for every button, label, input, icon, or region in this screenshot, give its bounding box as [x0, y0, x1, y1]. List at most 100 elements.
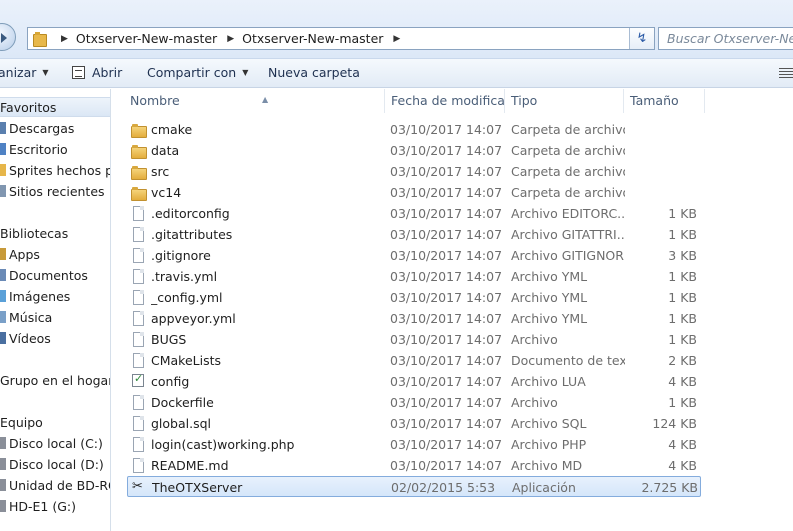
file-size: 4 KB: [668, 437, 697, 452]
file-row[interactable]: appveyor.yml 03/10/2017 14:07 Archivo YML 1…: [127, 308, 701, 329]
file-row[interactable]: .gitattributes 03/10/2017 14:07 Archivo GI…: [127, 224, 701, 245]
file-size: 1 KB: [668, 290, 697, 305]
nav-item-apps[interactable]: Apps: [0, 244, 110, 264]
nav-homegroup[interactable]: Grupo en el hogar: [0, 370, 110, 390]
file-type: Archivo YML: [511, 311, 588, 326]
nav-item-documents[interactable]: Documentos: [0, 265, 110, 285]
column-header-label: Tamaño: [630, 93, 679, 108]
drive-icon: [0, 458, 6, 470]
file-name: TheOTXServer: [152, 480, 243, 495]
file-row[interactable]: global.sql 03/10/2017 14:07 Archivo SQL 124…: [127, 413, 701, 434]
nav-item-music[interactable]: Música: [0, 307, 110, 327]
file-row[interactable]: vc14 03/10/2017 14:07 Carpeta de archivos: [127, 182, 701, 203]
folder-icon: [131, 166, 147, 180]
file-row[interactable]: data 03/10/2017 14:07 Carpeta de archivos: [127, 140, 701, 161]
file-date: 03/10/2017 14:07: [390, 248, 503, 263]
chevron-right-icon[interactable]: ▶: [227, 34, 234, 44]
file-size: 1 KB: [668, 395, 697, 410]
file-size: 3 KB: [668, 248, 697, 263]
organize-label: anizar: [0, 65, 37, 80]
file-row[interactable]: README.md 03/10/2017 14:07 Archivo MD 4 KB: [127, 455, 701, 476]
file-row[interactable]: .gitignore 03/10/2017 14:07 Archivo GITIGN…: [127, 245, 701, 266]
file-row[interactable]: Dockerfile 03/10/2017 14:07 Archivo 1 KB: [127, 392, 701, 413]
nav-computer-label: Equipo: [0, 414, 43, 430]
column-header-type[interactable]: Tipo: [505, 89, 624, 113]
nav-item-bdrom[interactable]: Unidad de BD-ROM: [0, 475, 110, 495]
nav-item-desktop[interactable]: Escritorio: [0, 139, 110, 159]
file-type: Archivo MD: [511, 458, 583, 473]
column-header-date[interactable]: Fecha de modifica...: [385, 89, 505, 113]
music-icon: [0, 311, 6, 323]
file-date: 03/10/2017 14:07: [390, 164, 503, 179]
file-size: 2.725 KB: [641, 480, 698, 495]
back-button[interactable]: [0, 23, 16, 51]
file-name: login(cast)working.php: [151, 437, 295, 452]
file-date: 03/10/2017 14:07: [390, 437, 503, 452]
refresh-icon[interactable]: ↯: [629, 28, 654, 49]
share-button[interactable]: Compartir con ▼: [147, 65, 248, 80]
nav-item-drive-c[interactable]: Disco local (C:): [0, 433, 110, 453]
file-row[interactable]: CMakeLists 03/10/2017 14:07 Documento de t…: [127, 350, 701, 371]
open-label: Abrir: [92, 65, 123, 80]
file-row[interactable]: cmake 03/10/2017 14:07 Carpeta de archivos: [127, 119, 701, 140]
view-options-icon[interactable]: [779, 68, 793, 78]
folder-icon: [131, 187, 147, 201]
folder-icon: [131, 145, 147, 159]
file-name: README.md: [151, 458, 229, 473]
file-size: 2 KB: [668, 353, 697, 368]
breadcrumb-item[interactable]: Otxserver-New-master: [242, 31, 383, 46]
file-row[interactable]: ✂ TheOTXServer 02/02/2015 5:53 Aplicación 2.…: [127, 476, 701, 497]
search-placeholder: Buscar Otxserver-New-m: [667, 31, 793, 46]
file-type: Documento de tex...: [511, 353, 625, 368]
file-row[interactable]: .travis.yml 03/10/2017 14:07 Archivo YML 1 …: [127, 266, 701, 287]
file-name: .travis.yml: [151, 269, 218, 284]
file-date: 02/02/2015 5:53: [391, 480, 496, 495]
file-name: BUGS: [151, 332, 187, 347]
videos-icon: [0, 332, 6, 344]
nav-item-sprites[interactable]: Sprites hechos por: [0, 160, 110, 180]
open-button[interactable]: Abrir: [72, 65, 122, 80]
downloads-icon: [0, 122, 6, 134]
nav-item-videos[interactable]: Vídeos: [0, 328, 110, 348]
nav-favorites[interactable]: Favoritos: [0, 97, 110, 117]
column-header-size[interactable]: Tamaño: [624, 89, 705, 113]
column-header-name[interactable]: ▲ Nombre: [124, 89, 385, 113]
nav-item-recent[interactable]: Sitios recientes: [0, 181, 110, 201]
breadcrumb-item[interactable]: Otxserver-New-master: [76, 31, 217, 46]
chevron-right-icon[interactable]: ▶: [61, 34, 68, 44]
organize-button[interactable]: anizar ▼: [0, 65, 49, 80]
file-icon: [133, 353, 144, 368]
file-type: Archivo LUA: [511, 374, 586, 389]
nav-computer[interactable]: Equipo: [0, 412, 110, 432]
file-type: Archivo: [511, 395, 558, 410]
file-row[interactable]: login(cast)working.php 03/10/2017 14:07 Ar…: [127, 434, 701, 455]
file-type: Carpeta de archivos: [511, 122, 625, 137]
search-input[interactable]: Buscar Otxserver-New-m: [658, 27, 793, 50]
address-bar[interactable]: ▶ Otxserver-New-master ▶ Otxserver-New-m…: [27, 27, 655, 50]
file-row[interactable]: .editorconfig 03/10/2017 14:07 Archivo EDI…: [127, 203, 701, 224]
file-type: Archivo YML: [511, 290, 588, 305]
file-row[interactable]: BUGS 03/10/2017 14:07 Archivo 1 KB: [127, 329, 701, 350]
nav-item-images[interactable]: Imágenes: [0, 286, 110, 306]
file-icon: [133, 332, 144, 347]
file-name: appveyor.yml: [151, 311, 236, 326]
nav-item-drive-g[interactable]: HD-E1 (G:): [0, 496, 110, 516]
nav-item-label: HD-E1 (G:): [9, 498, 77, 514]
nav-libraries[interactable]: Bibliotecas: [0, 223, 110, 243]
file-row[interactable]: _config.yml 03/10/2017 14:07 Archivo YML 1 …: [127, 287, 701, 308]
nav-item-drive-d[interactable]: Disco local (D:): [0, 454, 110, 474]
file-type: Archivo: [511, 332, 558, 347]
new-folder-label: Nueva carpeta: [268, 65, 360, 80]
chevron-right-icon[interactable]: ▶: [393, 34, 400, 44]
file-size: 1 KB: [668, 206, 697, 221]
nav-item-label: Disco local (D:): [9, 456, 104, 472]
file-row[interactable]: config 03/10/2017 14:07 Archivo LUA 4 KB: [127, 371, 701, 392]
new-folder-button[interactable]: Nueva carpeta: [268, 65, 360, 80]
nav-item-label: Descargas: [9, 120, 75, 136]
file-type: Aplicación: [512, 480, 576, 495]
file-date: 03/10/2017 14:07: [390, 353, 503, 368]
column-header-label: Tipo: [511, 93, 538, 108]
file-type: Carpeta de archivos: [511, 164, 625, 179]
nav-item-downloads[interactable]: Descargas: [0, 118, 110, 138]
file-row[interactable]: src 03/10/2017 14:07 Carpeta de archivos: [127, 161, 701, 182]
